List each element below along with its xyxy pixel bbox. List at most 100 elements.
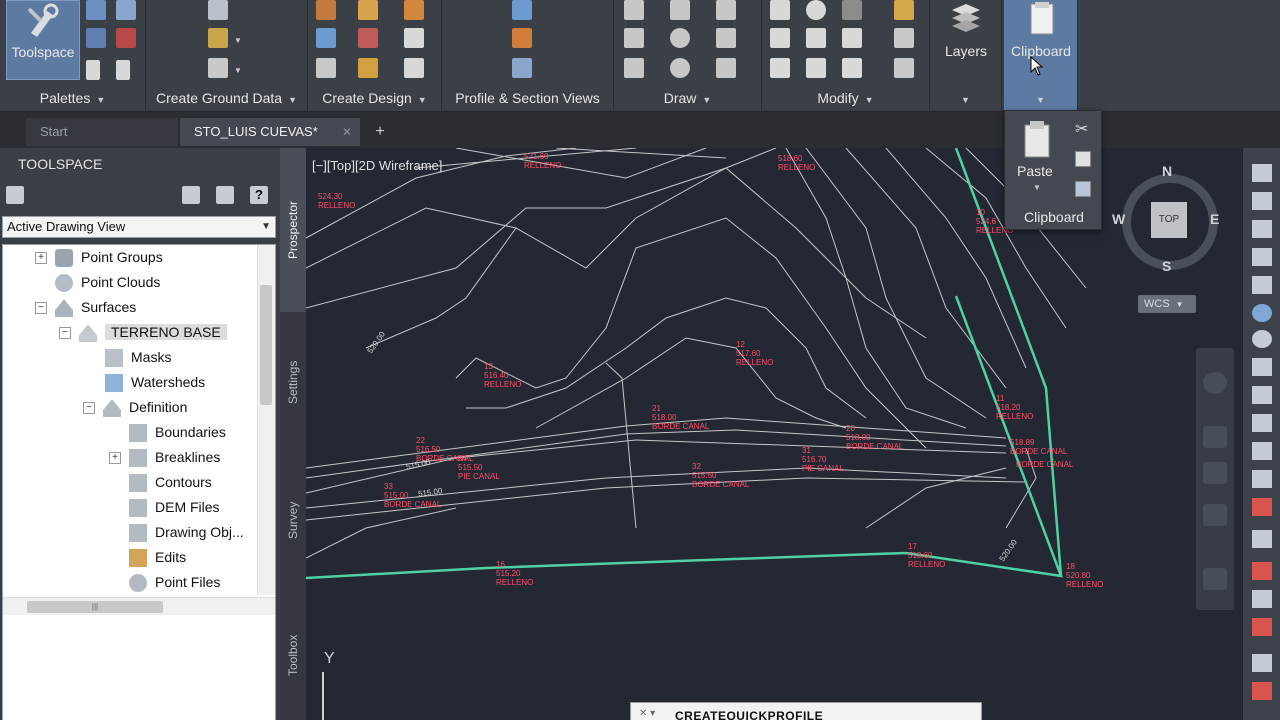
scrollbar-thumb[interactable]: ||| — [27, 601, 163, 613]
tree-item-drawing-objects[interactable]: Drawing Obj... — [129, 520, 244, 545]
tree-item-boundaries[interactable]: Boundaries — [129, 420, 226, 445]
tree-item-breaklines[interactable]: + Breaklines — [109, 445, 220, 470]
point-label[interactable]: 31 516.70 PIE CANAL — [802, 446, 844, 473]
snap-icon[interactable] — [1252, 498, 1272, 516]
tree-item-edits[interactable]: Edits — [129, 545, 186, 570]
point-label[interactable]: 24 515.50 PIE CANAL — [458, 454, 500, 481]
snap-icon[interactable] — [1252, 358, 1272, 376]
viewcube[interactable]: TOP N S W E — [1112, 160, 1226, 274]
modify-panel-label[interactable]: Modify ▼ — [762, 88, 929, 108]
compass-north[interactable]: N — [1162, 163, 1172, 179]
orbit-icon[interactable] — [1203, 504, 1227, 526]
point-label[interactable]: 16 515.20 RELLENO — [496, 560, 533, 587]
pointer-icon[interactable] — [1252, 192, 1272, 210]
section-views-icon[interactable] — [512, 58, 532, 78]
profile-view-icon[interactable] — [512, 0, 532, 20]
viewport-controls-label[interactable]: [−][Top][2D Wireframe] — [312, 158, 442, 173]
arrow-icon[interactable] — [1252, 248, 1272, 266]
construction-line-icon[interactable] — [624, 28, 644, 48]
assembly-icon[interactable] — [316, 58, 336, 78]
select-icon[interactable] — [1252, 164, 1272, 182]
toolspace-options-icon[interactable] — [6, 186, 24, 204]
paste-button[interactable]: Paste — [1017, 163, 1053, 179]
close-icon[interactable]: ✕ — [342, 118, 352, 146]
tree-item-watersheds[interactable]: Watersheds — [105, 370, 205, 395]
new-tab-button[interactable]: + — [370, 122, 390, 142]
snap-icon[interactable] — [1252, 470, 1272, 488]
point-label[interactable]: 18 520.80 RELLENO — [1066, 562, 1103, 589]
parcel-icon[interactable] — [316, 0, 336, 20]
points-icon[interactable] — [208, 0, 228, 20]
tree-item-point-groups[interactable]: + Point Groups — [35, 245, 163, 270]
scrollbar-thumb[interactable] — [260, 285, 272, 405]
trim-icon[interactable] — [842, 0, 862, 20]
profile-section-views-panel-label[interactable]: Profile & Section Views — [442, 88, 613, 108]
point-label[interactable]: 524.30 RELLENO — [318, 192, 355, 210]
snap-icon[interactable] — [1252, 442, 1272, 460]
compass-west[interactable]: W — [1112, 211, 1125, 227]
draw-panel-label[interactable]: Draw ▼ — [614, 88, 761, 108]
tab-drawing[interactable]: STO_LUIS CUEVAS* ✕ — [180, 118, 360, 146]
paste-icon[interactable] — [1021, 119, 1053, 159]
tool-palettes-icon[interactable] — [86, 28, 106, 48]
hatch-icon[interactable] — [716, 58, 736, 78]
tree-item-surfaces[interactable]: − Surfaces — [35, 295, 136, 320]
tree-item-masks[interactable]: Masks — [105, 345, 171, 370]
intersection-icon[interactable] — [404, 58, 424, 78]
array-icon[interactable] — [842, 58, 862, 78]
surfaces-icon[interactable] — [208, 28, 228, 48]
tree-vertical-scrollbar[interactable] — [257, 245, 275, 595]
help-icon[interactable]: ? — [250, 186, 268, 204]
point-label[interactable]: 20 518.00 BORDE CANAL — [846, 424, 903, 451]
clipboard-expander[interactable]: ▼ — [1004, 88, 1077, 108]
wcs-menu[interactable]: WCS ▼ — [1138, 295, 1196, 313]
point-label[interactable]: 518.60 RELLENO — [778, 154, 815, 172]
copy-clip-icon[interactable] — [1075, 181, 1091, 197]
tab-toolbox[interactable]: Toolbox — [280, 590, 306, 720]
zoom-extents-icon[interactable] — [1203, 462, 1227, 484]
snap-icon[interactable] — [1252, 386, 1272, 404]
view-select[interactable]: Active Drawing View ▼ — [2, 216, 276, 238]
circle-icon[interactable] — [670, 28, 690, 48]
chevron-down-icon[interactable]: ▼ — [1033, 183, 1041, 192]
caret-icon[interactable]: ▼ — [234, 36, 242, 45]
toolbox-icon[interactable] — [116, 28, 136, 48]
compass-east[interactable]: E — [1210, 211, 1219, 227]
caret-icon[interactable]: ▼ — [234, 66, 242, 75]
corridor-icon[interactable] — [404, 28, 424, 48]
collapse-icon[interactable]: − — [59, 327, 71, 340]
copy-icon[interactable] — [770, 28, 790, 48]
tree-item-point-files[interactable]: Point Files — [129, 570, 220, 595]
compass-south[interactable]: S — [1162, 258, 1171, 274]
command-line[interactable]: ✕ ▾ CREATEQUICKPROFILE — [630, 702, 982, 720]
tab-prospector[interactable]: Prospector — [280, 148, 306, 312]
arrow-icon[interactable] — [1252, 276, 1272, 294]
snap-icon[interactable] — [1252, 530, 1272, 548]
ellipse-icon[interactable] — [670, 58, 690, 78]
snap-icon[interactable] — [1252, 414, 1272, 432]
rectangle-icon[interactable] — [716, 28, 736, 48]
snap-icon[interactable] — [1252, 618, 1272, 636]
sheet-set-icon[interactable] — [116, 60, 130, 80]
erase-icon[interactable] — [894, 0, 914, 20]
snap-icon[interactable] — [1252, 682, 1272, 700]
drawing-viewport[interactable]: [−][Top][2D Wireframe] 521.60 RELLENO 524.… — [306, 148, 1242, 720]
collapse-icon[interactable]: − — [83, 402, 95, 415]
point-label[interactable]: 518.89 BORDE CANAL — [1010, 438, 1067, 456]
point-label[interactable]: 17 518.60 RELLENO — [908, 542, 945, 569]
tree-horizontal-scrollbar[interactable]: ||| — [3, 597, 275, 615]
feature-line-icon[interactable] — [208, 58, 228, 78]
tab-settings[interactable]: Settings — [280, 314, 306, 450]
expand-icon[interactable]: + — [35, 252, 47, 265]
properties-icon[interactable] — [86, 0, 106, 20]
offset-icon[interactable] — [894, 58, 914, 78]
expand-icon[interactable]: + — [109, 452, 121, 465]
snap-icon[interactable] — [1252, 562, 1272, 580]
list-view-icon[interactable] — [216, 186, 234, 204]
tree-item-terreno-base[interactable]: − TERRENO BASE — [59, 320, 227, 345]
snap-icon[interactable] — [1252, 654, 1272, 672]
cut-icon[interactable]: ✂ — [1075, 119, 1088, 139]
undo-icon[interactable] — [716, 0, 736, 20]
showmotion-icon[interactable] — [1203, 568, 1227, 590]
tree-item-definition[interactable]: − Definition — [83, 395, 187, 420]
